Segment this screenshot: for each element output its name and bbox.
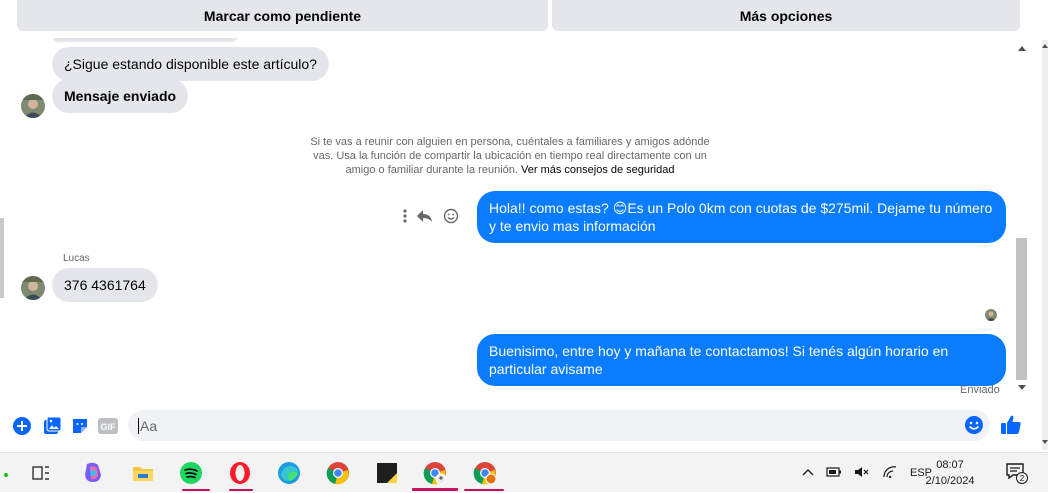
chrome-profile-icon[interactable] bbox=[422, 460, 448, 486]
incoming-message: 376 4361764 bbox=[52, 268, 158, 302]
add-icon[interactable] bbox=[12, 416, 32, 436]
react-emoji-icon[interactable] bbox=[443, 208, 459, 224]
outgoing-message: Hola!! como estas? 😊Es un Polo 0km con c… bbox=[477, 191, 1006, 243]
avatar-image bbox=[21, 276, 45, 300]
more-options-button[interactable]: Más opciones bbox=[552, 0, 1020, 31]
status-dot bbox=[4, 473, 8, 477]
chrome-profile-2-active-indicator bbox=[464, 489, 504, 491]
wifi-icon[interactable] bbox=[882, 465, 898, 481]
thumbs-up-icon[interactable] bbox=[1000, 414, 1022, 441]
safety-notice: Si te vas a reunir con alguien en person… bbox=[300, 135, 720, 177]
clock[interactable]: 08:07 2/10/2024 bbox=[920, 457, 980, 489]
page-scrollbar[interactable] bbox=[1042, 40, 1048, 450]
copilot-icon[interactable] bbox=[80, 460, 106, 486]
emoji-icon[interactable] bbox=[964, 415, 984, 440]
left-edge-indicator bbox=[0, 218, 4, 298]
sticky-notes-icon[interactable] bbox=[374, 460, 400, 486]
message-text: ¿Sigue estando disponible este artículo? bbox=[64, 56, 317, 72]
chrome-profile-2-icon[interactable] bbox=[472, 460, 498, 486]
message-composer: GIF Aa bbox=[0, 400, 1040, 452]
contact-avatar[interactable] bbox=[21, 94, 45, 118]
chat-scrollbar[interactable] bbox=[1014, 38, 1030, 400]
scroll-up-arrow[interactable] bbox=[1018, 46, 1026, 51]
message-text: Hola!! como estas? 😊Es un Polo 0km con c… bbox=[489, 200, 993, 234]
sender-name: Lucas bbox=[63, 253, 90, 264]
text-caret bbox=[138, 417, 139, 434]
more-icon[interactable] bbox=[403, 209, 407, 223]
photo-icon[interactable] bbox=[42, 416, 62, 436]
edge-icon[interactable] bbox=[276, 460, 302, 486]
chrome-profile-active-indicator bbox=[412, 488, 458, 491]
avatar-image bbox=[21, 94, 45, 118]
notification-center-icon[interactable]: 2 bbox=[1004, 460, 1030, 486]
message-text: 376 4361764 bbox=[64, 277, 146, 293]
gif-icon[interactable]: GIF bbox=[98, 416, 118, 436]
page-scroll-down-arrow[interactable] bbox=[1042, 440, 1048, 444]
message-text: Buenisimo, entre hoy y mañana te contact… bbox=[489, 343, 949, 377]
chrome-icon[interactable] bbox=[325, 460, 351, 486]
opera-icon[interactable] bbox=[227, 460, 253, 486]
battery-icon[interactable] bbox=[826, 466, 842, 481]
contact-avatar[interactable] bbox=[21, 276, 45, 300]
task-view-icon[interactable] bbox=[28, 460, 54, 486]
reply-icon[interactable] bbox=[417, 209, 433, 223]
message-text: Mensaje enviado bbox=[64, 88, 177, 104]
taskbar: ESP 08:07 2/10/2024 2 bbox=[0, 452, 1048, 492]
message-input[interactable]: Aa bbox=[128, 410, 990, 441]
message-status: Enviado bbox=[960, 384, 1000, 396]
svg-text:GIF: GIF bbox=[101, 422, 117, 432]
scroll-down-arrow[interactable] bbox=[1018, 385, 1026, 390]
file-explorer-icon[interactable] bbox=[130, 460, 156, 486]
page-scroll-up-arrow[interactable] bbox=[1042, 44, 1048, 48]
message-input-placeholder: Aa bbox=[140, 417, 158, 434]
mark-pending-button[interactable]: Marcar como pendiente bbox=[17, 0, 548, 31]
clock-date: 2/10/2024 bbox=[925, 475, 975, 487]
read-receipt-avatar bbox=[985, 309, 997, 321]
system-tray: ESP bbox=[802, 453, 932, 493]
speaker-muted-icon[interactable] bbox=[854, 466, 870, 481]
sticker-icon[interactable] bbox=[70, 416, 90, 436]
notification-count: 2 bbox=[1020, 474, 1025, 483]
scroll-thumb[interactable] bbox=[1016, 238, 1027, 380]
spotify-active-indicator bbox=[182, 489, 210, 491]
incoming-message: ¿Sigue estando disponible este artículo? bbox=[52, 47, 329, 81]
incoming-message: Mensaje enviado bbox=[52, 79, 189, 113]
top-action-bar: Marcar como pendiente Más opciones bbox=[0, 0, 1048, 38]
outgoing-message: Buenisimo, entre hoy y mañana te contact… bbox=[477, 334, 1006, 386]
spotify-icon[interactable] bbox=[178, 460, 204, 486]
message-actions bbox=[403, 206, 469, 226]
chevron-up-icon[interactable] bbox=[802, 467, 814, 479]
opera-active-indicator bbox=[229, 489, 253, 491]
clock-time: 08:07 bbox=[936, 459, 964, 471]
previous-message-bubble bbox=[52, 38, 238, 42]
chat-thread[interactable]: ¿Sigue estando disponible este artículo?… bbox=[0, 38, 1014, 400]
safety-tips-link[interactable]: Ver más consejos de seguridad bbox=[521, 164, 674, 176]
